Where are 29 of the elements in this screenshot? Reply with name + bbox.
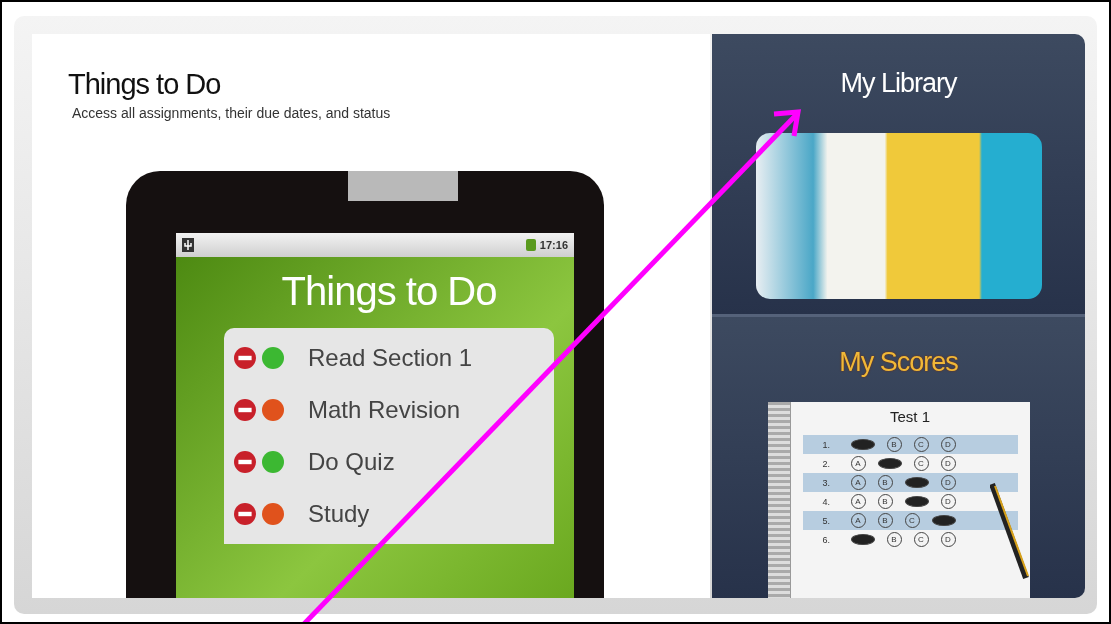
remove-icon[interactable] [234, 451, 256, 473]
question-number: 5. [822, 515, 831, 526]
question-number: 3. [822, 477, 831, 488]
status-time: 17:16 [539, 239, 568, 251]
scores-card[interactable]: My Scores Test 1 1. B C D 2. A C D 3. A B D 4. A B D 5. A B C 6. B C D [712, 317, 1085, 598]
library-title: My Library [840, 68, 957, 99]
task-row[interactable]: Study [234, 500, 544, 528]
task-row[interactable]: Do Quiz [234, 448, 544, 476]
task-label: Read Section 1 [308, 344, 473, 372]
screen-title: Things to Do [280, 269, 498, 314]
question-number: 6. [822, 534, 831, 545]
task-row[interactable]: Math Revision [234, 396, 544, 424]
task-label: Math Revision [308, 396, 461, 424]
pencil-icon [989, 482, 1030, 582]
test-title: Test 1 [889, 408, 931, 425]
library-card[interactable]: My Library [712, 34, 1085, 317]
section-title: Things to Do [68, 68, 221, 101]
remove-icon[interactable] [234, 399, 256, 421]
usb-icon [182, 238, 194, 252]
remove-icon[interactable] [234, 347, 256, 369]
remove-icon[interactable] [234, 503, 256, 525]
task-label: Study [308, 500, 370, 528]
task-label: Do Quiz [308, 448, 395, 476]
question-number: 4. [822, 496, 831, 507]
question-number: 2. [822, 458, 831, 469]
task-row[interactable]: Read Section 1 [234, 344, 544, 372]
section-subtitle: Access all assignments, their due dates, and status [72, 105, 391, 121]
question-number: 1. [822, 439, 831, 450]
scores-title: My Scores [839, 347, 958, 378]
